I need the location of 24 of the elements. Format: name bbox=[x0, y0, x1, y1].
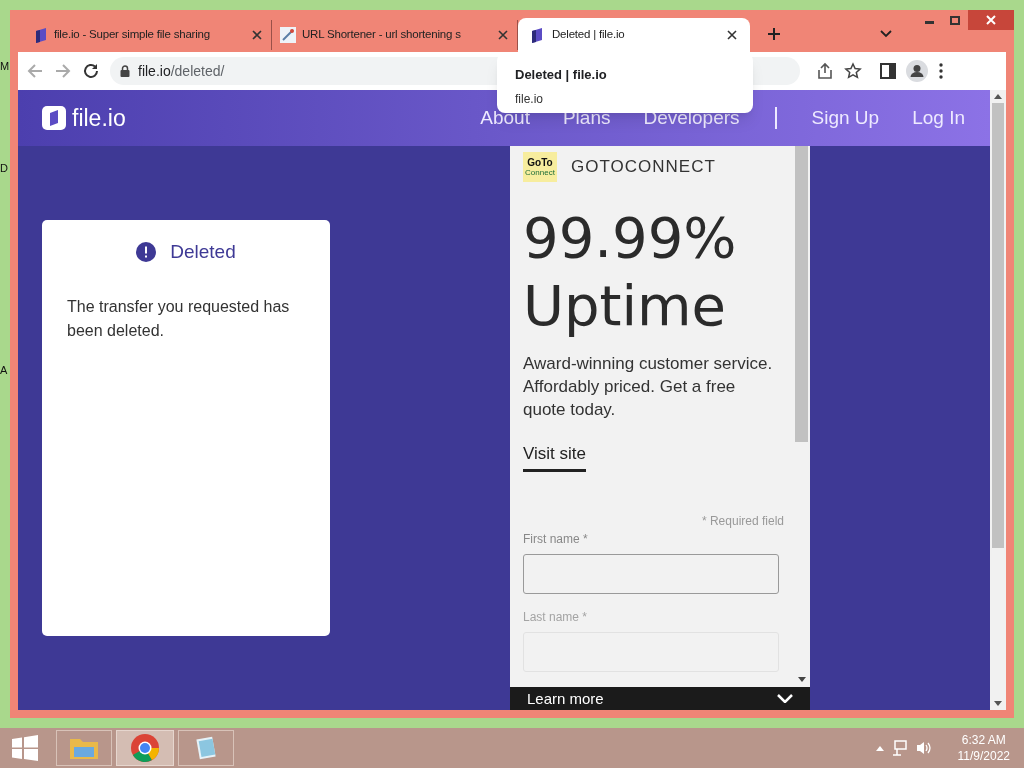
field-label: Last name * bbox=[523, 608, 589, 626]
ad-brand: GOTOCONNECT bbox=[571, 156, 716, 179]
browser-tab[interactable]: Deleted | file.io bbox=[518, 18, 750, 52]
tooltip-title: Deleted | file.io bbox=[515, 66, 608, 84]
desktop-icon-label[interactable]: A bbox=[0, 364, 10, 376]
notice-title: Deleted bbox=[170, 240, 236, 264]
field-label: First name * bbox=[523, 530, 589, 548]
nav-link[interactable]: Sign Up bbox=[811, 103, 880, 133]
desktop-icon-label[interactable]: D bbox=[0, 162, 10, 174]
visit-site-link[interactable]: Visit site bbox=[523, 441, 586, 472]
learn-more-banner[interactable]: Learn more bbox=[510, 687, 810, 710]
ad-logo: GoTo Connect bbox=[523, 152, 557, 182]
notice-message: The transfer you requested has been deleted. bbox=[67, 296, 291, 341]
browser-tab[interactable]: URL Shortener - url shortening s bbox=[272, 20, 518, 50]
ad-body: Award-winning customer service. Affordably priced. Get a free quote today. bbox=[523, 353, 774, 421]
url-text: file.io/deleted/ bbox=[138, 61, 225, 81]
required-note: * Required field bbox=[701, 512, 784, 530]
tooltip-host: file.io bbox=[515, 90, 544, 108]
browser-tab[interactable]: file.io - Super simple file sharing bbox=[26, 20, 272, 50]
site-logo[interactable]: file.io bbox=[72, 100, 126, 136]
ad-headline: 99.99% Uptime bbox=[523, 204, 738, 340]
clock-time: 6:32 AM bbox=[961, 732, 1006, 748]
desktop-icon-label[interactable]: M bbox=[0, 60, 10, 72]
clock-date: 11/9/2022 bbox=[957, 748, 1010, 764]
